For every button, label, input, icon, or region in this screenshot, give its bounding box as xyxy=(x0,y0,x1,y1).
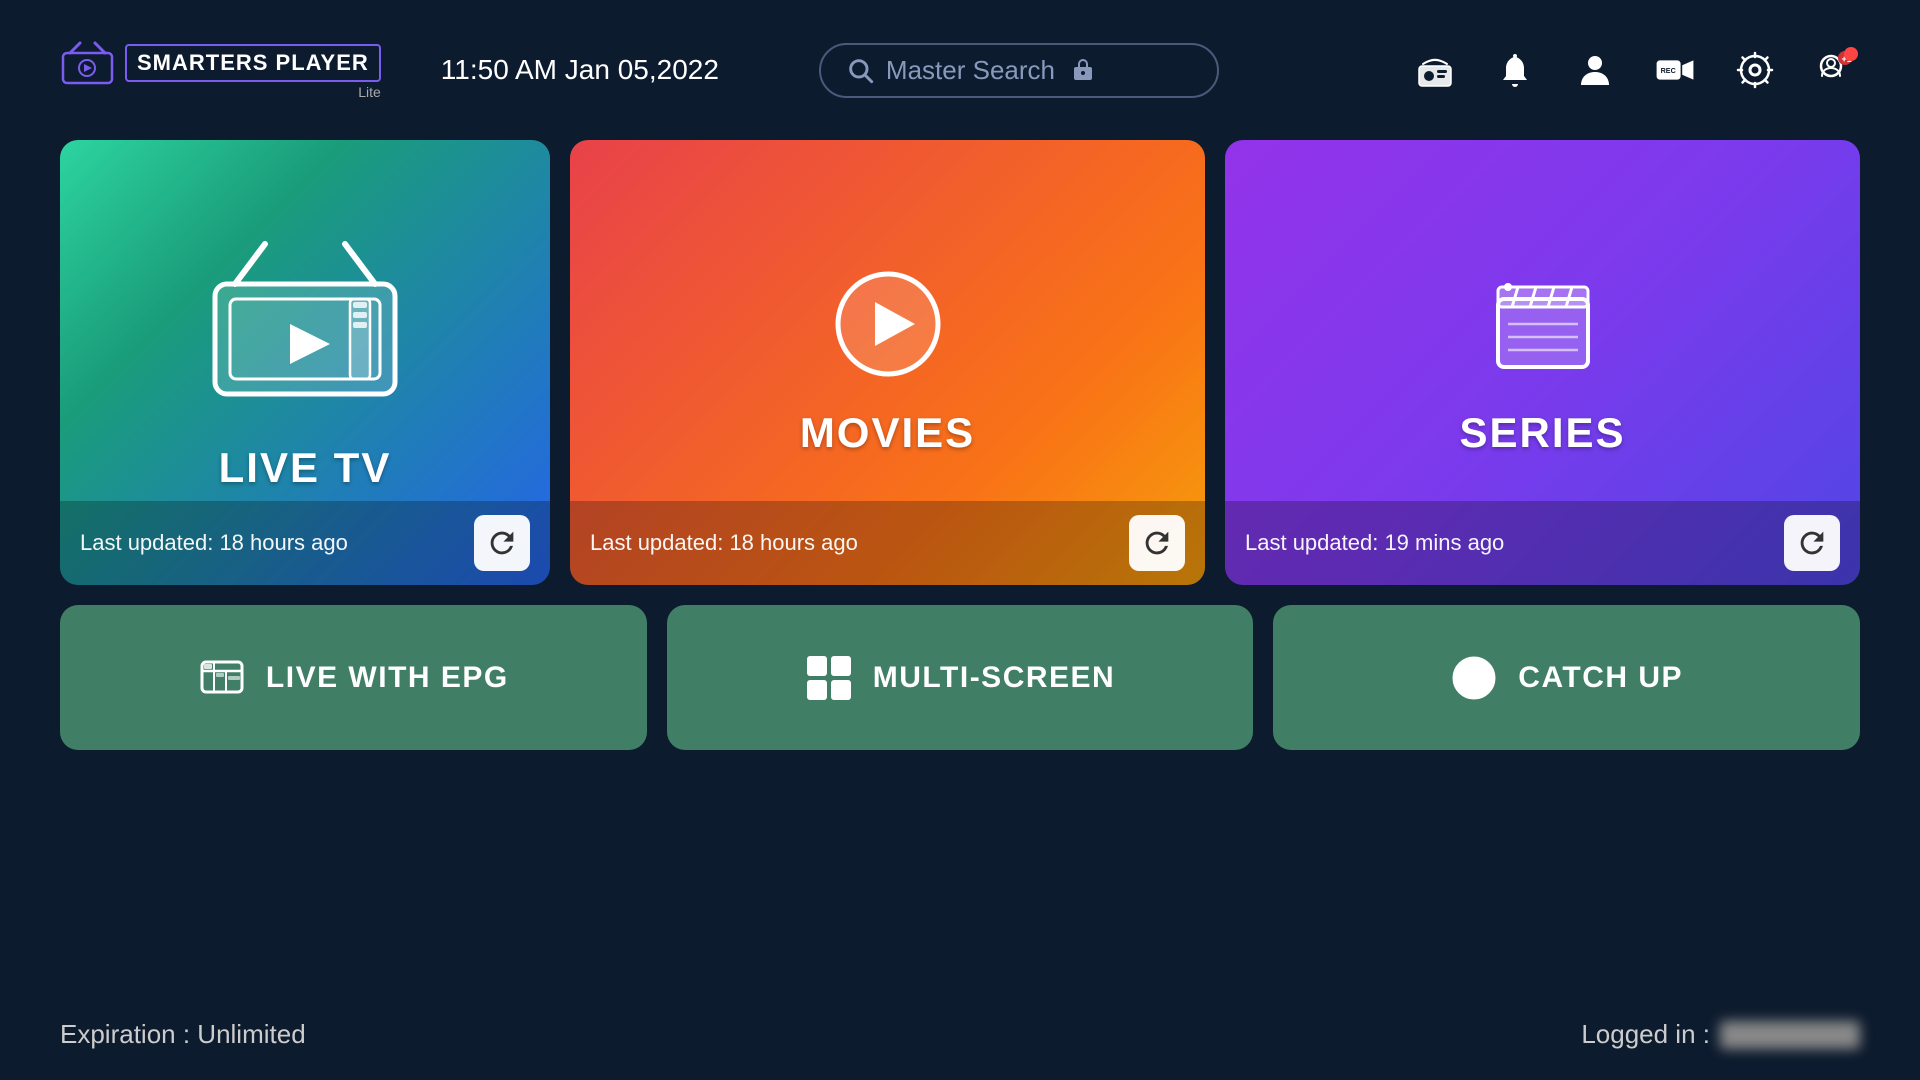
settings-button[interactable] xyxy=(1730,45,1780,95)
record-button[interactable]: REC xyxy=(1650,45,1700,95)
multi-screen-icon xyxy=(805,654,853,702)
radio-icon xyxy=(1415,50,1455,90)
live-tv-icon xyxy=(195,234,415,414)
epg-icon xyxy=(198,654,246,702)
movies-play-icon xyxy=(833,269,943,379)
refresh-icon xyxy=(1795,526,1829,560)
logged-in-label: Logged in : xyxy=(1581,1019,1710,1050)
logo-container: SMARTERS PLAYER Lite xyxy=(60,41,381,100)
record-icon: REC xyxy=(1655,50,1695,90)
radio-button[interactable] xyxy=(1410,45,1460,95)
refresh-icon xyxy=(485,526,519,560)
svg-text:REC: REC xyxy=(1661,66,1676,75)
movies-refresh-button[interactable] xyxy=(1129,515,1185,571)
footer: Expiration : Unlimited Logged in : xyxy=(60,1019,1860,1050)
main-content: LIVE TV Last updated: 18 hours ago MOVIE… xyxy=(0,140,1920,750)
profile-button[interactable]: +1 xyxy=(1810,45,1860,95)
movies-card[interactable]: MOVIES Last updated: 18 hours ago xyxy=(570,140,1205,585)
logged-in-username xyxy=(1720,1021,1860,1049)
movies-updated: Last updated: 18 hours ago xyxy=(590,530,858,556)
datetime: 11:50 AM Jan 05,2022 xyxy=(441,54,719,86)
settings-icon xyxy=(1735,50,1775,90)
multi-screen-label: MULTI-SCREEN xyxy=(873,661,1115,695)
catch-up-label: CATCH UP xyxy=(1518,661,1683,695)
search-icon xyxy=(846,56,874,84)
catch-up-card[interactable]: CATCH UP xyxy=(1273,605,1860,750)
live-tv-refresh-button[interactable] xyxy=(474,515,530,571)
live-epg-label: LIVE WITH EPG xyxy=(266,661,509,695)
movies-label: MOVIES xyxy=(800,409,975,457)
logo-tv-icon xyxy=(60,41,115,86)
series-label: SERIES xyxy=(1459,409,1625,457)
search-placeholder: Master Search xyxy=(886,55,1055,86)
svg-text:+1: +1 xyxy=(1842,54,1852,64)
movies-footer: Last updated: 18 hours ago xyxy=(570,501,1205,585)
search-bar[interactable]: Master Search xyxy=(819,43,1219,98)
bell-icon xyxy=(1495,50,1535,90)
live-tv-label: LIVE TV xyxy=(219,444,392,492)
series-clapper-icon xyxy=(1488,269,1598,379)
series-card[interactable]: SERIES Last updated: 19 mins ago xyxy=(1225,140,1860,585)
user-icon xyxy=(1575,50,1615,90)
nav-icons: REC +1 xyxy=(1410,45,1860,95)
logo-lite: Lite xyxy=(358,84,381,100)
bottom-cards-row: LIVE WITH EPG MULTI-SCREEN CATCH UP xyxy=(60,605,1860,750)
series-refresh-button[interactable] xyxy=(1784,515,1840,571)
catchup-icon xyxy=(1450,654,1498,702)
header: SMARTERS PLAYER Lite 11:50 AM Jan 05,202… xyxy=(0,0,1920,140)
live-epg-card[interactable]: LIVE WITH EPG xyxy=(60,605,647,750)
profile-icon: +1 xyxy=(1815,50,1855,90)
top-cards-row: LIVE TV Last updated: 18 hours ago MOVIE… xyxy=(60,140,1860,585)
series-updated: Last updated: 19 mins ago xyxy=(1245,530,1504,556)
live-tv-card[interactable]: LIVE TV Last updated: 18 hours ago xyxy=(60,140,550,585)
logo-top: SMARTERS PLAYER xyxy=(60,41,381,86)
expiration-text: Expiration : Unlimited xyxy=(60,1019,306,1050)
logged-in-section: Logged in : xyxy=(1581,1019,1860,1050)
refresh-icon xyxy=(1140,526,1174,560)
lock-icon xyxy=(1071,58,1095,82)
multi-screen-card[interactable]: MULTI-SCREEN xyxy=(667,605,1254,750)
notifications-button[interactable] xyxy=(1490,45,1540,95)
series-footer: Last updated: 19 mins ago xyxy=(1225,501,1860,585)
live-tv-updated: Last updated: 18 hours ago xyxy=(80,530,348,556)
user-button[interactable] xyxy=(1570,45,1620,95)
logo-text: SMARTERS PLAYER xyxy=(125,44,381,82)
live-tv-footer: Last updated: 18 hours ago xyxy=(60,501,550,585)
